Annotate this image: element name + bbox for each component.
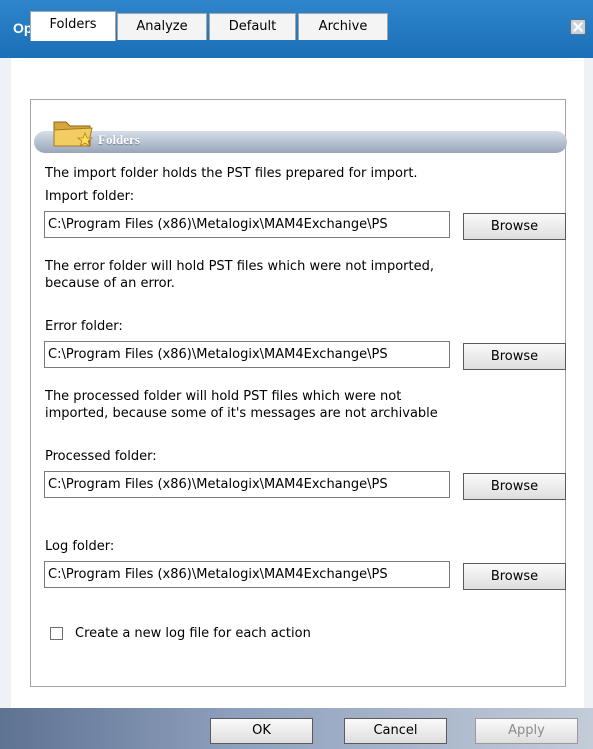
ok-button[interactable]: OK — [210, 718, 313, 744]
error-description-line1: The error folder will hold PST files whi… — [45, 259, 434, 274]
error-folder-label: Error folder: — [45, 319, 123, 334]
close-icon[interactable] — [570, 19, 586, 35]
processed-description-line2: imported, because some of it's messages … — [45, 406, 438, 421]
tab-default[interactable]: Default — [209, 13, 296, 40]
tab-analyze[interactable]: Analyze — [117, 13, 207, 40]
import-browse-button[interactable]: Browse — [463, 213, 566, 240]
error-browse-button[interactable]: Browse — [463, 343, 566, 370]
import-folder-label: Import folder: — [45, 189, 135, 204]
cancel-button[interactable]: Cancel — [344, 718, 447, 744]
import-description: The import folder holds the PST files pr… — [45, 166, 418, 181]
tab-archive[interactable]: Archive — [298, 13, 388, 40]
log-folder-label: Log folder: — [45, 539, 115, 554]
processed-browse-button[interactable]: Browse — [463, 473, 566, 500]
apply-button[interactable]: Apply — [475, 718, 578, 744]
import-folder-input[interactable]: C:\Program Files (x86)\Metalogix\MAM4Exc… — [44, 211, 450, 238]
tab-folders[interactable]: Folders — [30, 11, 116, 41]
processed-description-line1: The processed folder will hold PST files… — [45, 389, 402, 404]
new-log-file-checkbox[interactable] — [50, 627, 63, 640]
log-folder-input[interactable]: C:\Program Files (x86)\Metalogix\MAM4Exc… — [44, 561, 450, 588]
processed-folder-label: Processed folder: — [45, 449, 157, 464]
new-log-file-label: Create a new log file for each action — [75, 626, 311, 641]
error-description-line2: because of an error. — [45, 276, 175, 291]
options-dialog: Options Folders Analyze Default Archive … — [0, 0, 593, 749]
processed-folder-input[interactable]: C:\Program Files (x86)\Metalogix\MAM4Exc… — [44, 471, 450, 498]
dialog-footer: OK Cancel Apply — [0, 708, 593, 749]
error-folder-input[interactable]: C:\Program Files (x86)\Metalogix\MAM4Exc… — [44, 341, 450, 368]
section-title: Folders — [98, 132, 140, 147]
folder-star-icon — [53, 121, 94, 147]
log-browse-button[interactable]: Browse — [463, 563, 566, 590]
